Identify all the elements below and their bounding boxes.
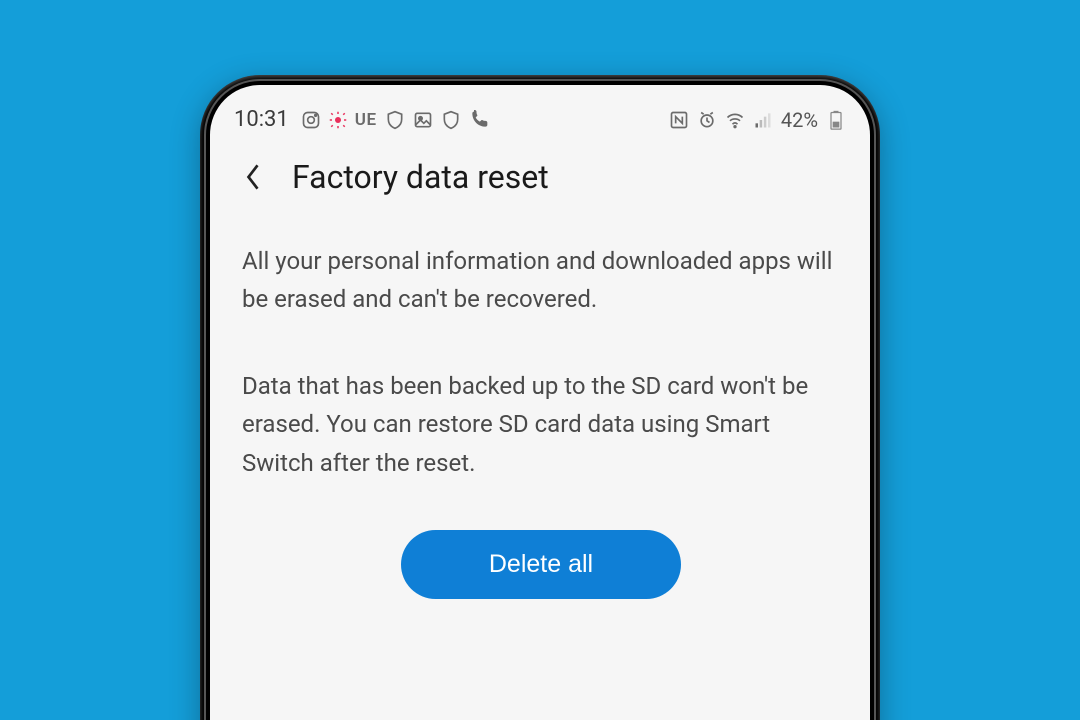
status-right: 42% xyxy=(669,108,846,132)
nfc-icon xyxy=(669,110,689,130)
alarm-icon xyxy=(697,110,717,130)
signal-icon xyxy=(753,110,773,130)
shield-icon xyxy=(441,110,461,130)
content-area: All your personal information and downlo… xyxy=(210,208,870,599)
wifi-icon xyxy=(725,110,745,130)
back-button[interactable] xyxy=(236,160,270,194)
instagram-icon xyxy=(301,110,321,130)
status-time: 10:31 xyxy=(234,107,289,132)
phone-frame: 10:31 UE xyxy=(200,75,880,720)
phone-screen: 10:31 UE xyxy=(210,85,870,720)
warning-paragraph-1: All your personal information and downlo… xyxy=(242,242,840,319)
status-left: 10:31 UE xyxy=(234,107,489,132)
image-icon xyxy=(413,110,433,130)
action-row: Delete all xyxy=(242,530,840,599)
ue-label: UE xyxy=(355,110,377,130)
battery-icon xyxy=(826,110,846,130)
battery-percentage: 42% xyxy=(781,108,818,132)
shield-icon xyxy=(385,110,405,130)
warning-paragraph-2: Data that has been backed up to the SD c… xyxy=(242,367,840,482)
sun-icon xyxy=(329,111,347,129)
phone-icon xyxy=(469,110,489,130)
page-header: Factory data reset xyxy=(210,140,870,208)
page-title: Factory data reset xyxy=(292,158,549,196)
delete-all-button[interactable]: Delete all xyxy=(401,530,681,599)
status-bar: 10:31 UE xyxy=(210,85,870,140)
